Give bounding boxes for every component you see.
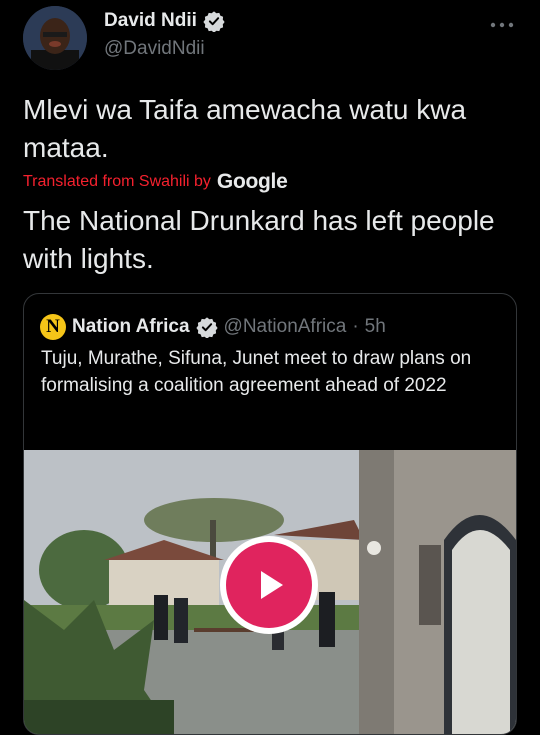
translation-attribution[interactable]: Translated from Swahili by Google — [23, 170, 288, 194]
verified-badge-icon — [203, 11, 225, 32]
play-button-circle — [226, 542, 312, 628]
quoted-text: Tuju, Murathe, Sifuna, Junet meet to dra… — [41, 348, 472, 396]
verified-badge-icon — [195, 317, 218, 338]
quoted-handle: @NationAfrica — [223, 316, 347, 337]
tweet-translation: The National Drunkard has left people wi… — [23, 205, 495, 274]
video-thumbnail[interactable] — [24, 450, 516, 734]
quoted-tweet[interactable]: N Nation Africa @NationAfrica · 5h Tuju,… — [23, 293, 517, 735]
author-handle[interactable]: @DavidNdii — [104, 38, 205, 60]
tweet-text: Mlevi wa Taifa amewacha watu kwa mataa. — [23, 94, 467, 163]
play-icon — [261, 571, 283, 599]
quoted-time: 5h — [364, 316, 386, 337]
translated-label: Translated from Swahili by — [23, 173, 211, 190]
avatar-image — [23, 6, 87, 70]
play-button[interactable] — [220, 536, 318, 634]
quoted-author-name: Nation Africa — [72, 316, 190, 337]
quoted-avatar: N — [40, 314, 66, 340]
quoted-header: N Nation Africa @NationAfrica · 5h — [40, 314, 386, 340]
author-avatar[interactable] — [23, 6, 87, 70]
author-name[interactable]: David Ndii — [104, 10, 197, 32]
quoted-separator: · — [352, 316, 359, 337]
more-options-icon[interactable] — [490, 10, 514, 36]
google-logo: Google — [216, 170, 288, 193]
author-name-row[interactable]: David Ndii — [104, 10, 225, 32]
